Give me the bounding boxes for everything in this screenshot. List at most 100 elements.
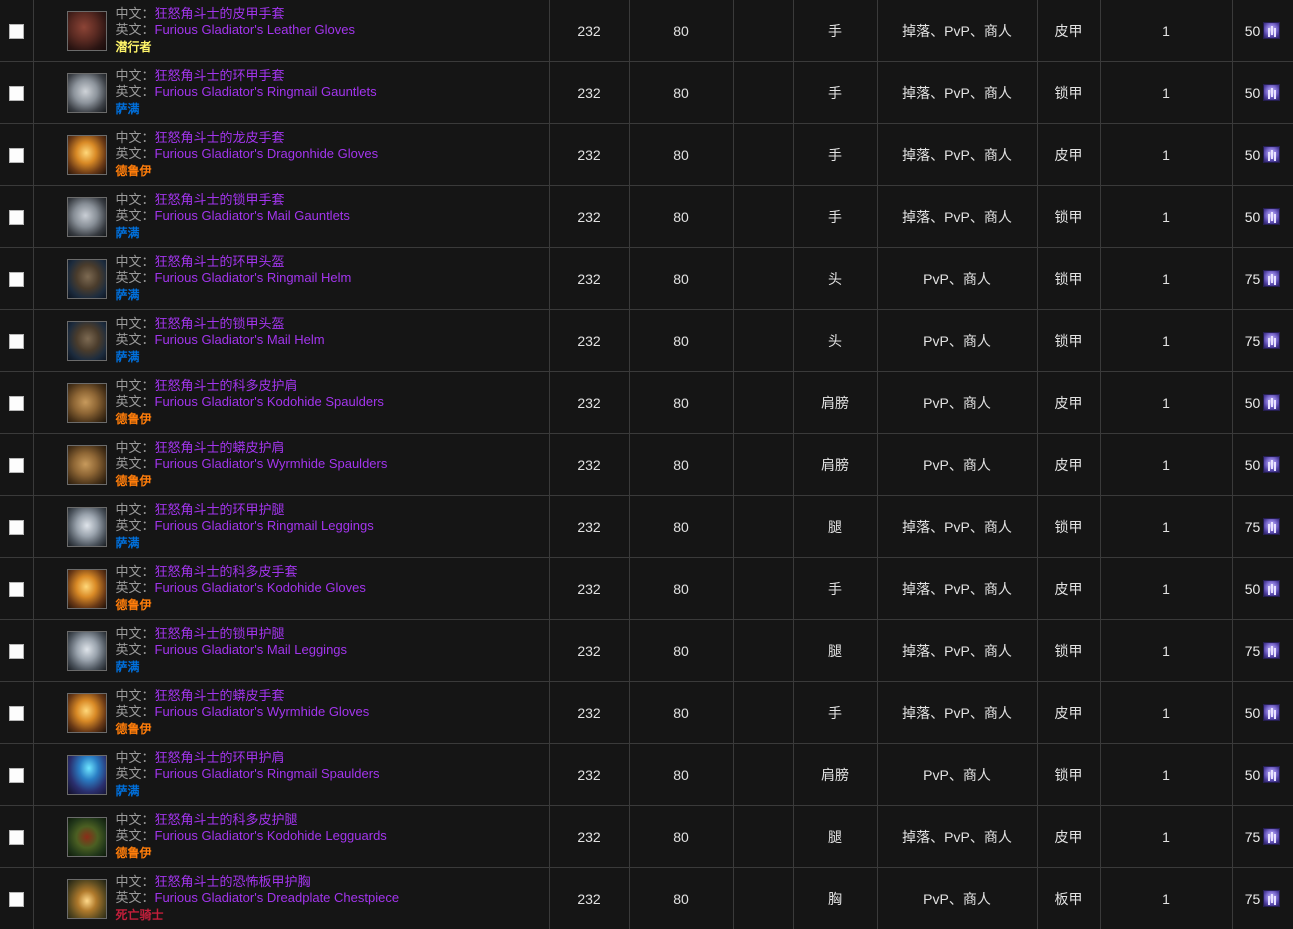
item-name-zh[interactable]: 狂怒角斗士的环甲护肩 (155, 750, 285, 765)
row-select-cell[interactable] (0, 558, 33, 620)
row-select-cell[interactable] (0, 0, 33, 62)
row-select-cell[interactable] (0, 806, 33, 868)
item-name-zh[interactable]: 狂怒角斗士的恐怖板甲护胸 (155, 874, 311, 889)
mail-helm-icon[interactable] (67, 321, 107, 361)
item-name-zh[interactable]: 狂怒角斗士的龙皮手套 (155, 130, 285, 145)
row-select-cell[interactable] (0, 186, 33, 248)
table-row[interactable]: 中文：狂怒角斗士的科多皮护肩 英文：Furious Gladiator's Ko… (0, 372, 1293, 434)
item-name-zh[interactable]: 狂怒角斗士的锁甲护腿 (155, 626, 285, 641)
table-row[interactable]: 中文：狂怒角斗士的皮甲手套 英文：Furious Gladiator's Lea… (0, 0, 1293, 62)
item-name-en[interactable]: Furious Gladiator's Mail Helm (155, 332, 325, 347)
row-select-checkbox[interactable] (9, 768, 24, 783)
table-row[interactable]: 中文：狂怒角斗士的科多皮手套 英文：Furious Gladiator's Ko… (0, 558, 1293, 620)
item-name-cell[interactable]: 中文：狂怒角斗士的科多皮护肩 英文：Furious Gladiator's Ko… (33, 372, 549, 434)
item-name-cell[interactable]: 中文：狂怒角斗士的皮甲手套 英文：Furious Gladiator's Lea… (33, 0, 549, 62)
item-name-en[interactable]: Furious Gladiator's Ringmail Gauntlets (155, 84, 377, 99)
table-row[interactable]: 中文：狂怒角斗士的锁甲手套 英文：Furious Gladiator's Mai… (0, 186, 1293, 248)
table-row[interactable]: 中文：狂怒角斗士的锁甲头盔 英文：Furious Gladiator's Mai… (0, 310, 1293, 372)
row-select-checkbox[interactable] (9, 210, 24, 225)
ringmail-helm-icon[interactable] (67, 259, 107, 299)
item-name-zh[interactable]: 狂怒角斗士的皮甲手套 (155, 6, 285, 21)
item-name-en[interactable]: Furious Gladiator's Leather Gloves (155, 22, 355, 37)
table-row[interactable]: 中文：狂怒角斗士的蟒皮手套 英文：Furious Gladiator's Wyr… (0, 682, 1293, 744)
item-name-en[interactable]: Furious Gladiator's Ringmail Leggings (155, 518, 374, 533)
ringmail-spaulders-icon[interactable] (67, 755, 107, 795)
item-name-cell[interactable]: 中文：狂怒角斗士的龙皮手套 英文：Furious Gladiator's Dra… (33, 124, 549, 186)
dragonhide-gloves-icon[interactable] (67, 135, 107, 175)
item-name-zh[interactable]: 狂怒角斗士的科多皮护腿 (155, 812, 298, 827)
item-name-zh[interactable]: 狂怒角斗士的科多皮手套 (155, 564, 298, 579)
kodohide-gloves-icon[interactable] (67, 569, 107, 609)
row-select-checkbox[interactable] (9, 334, 24, 349)
mail-leggings-icon[interactable] (67, 631, 107, 671)
row-select-cell[interactable] (0, 248, 33, 310)
row-select-checkbox[interactable] (9, 148, 24, 163)
table-row[interactable]: 中文：狂怒角斗士的恐怖板甲护胸 英文：Furious Gladiator's D… (0, 868, 1293, 929)
mail-gauntlets-icon[interactable] (67, 197, 107, 237)
row-select-cell[interactable] (0, 744, 33, 806)
kodohide-spaulders-icon[interactable] (67, 383, 107, 423)
row-select-cell[interactable] (0, 620, 33, 682)
item-name-cell[interactable]: 中文：狂怒角斗士的环甲护肩 英文：Furious Gladiator's Rin… (33, 744, 549, 806)
leather-gloves-red-icon[interactable] (67, 11, 107, 51)
item-name-en[interactable]: Furious Gladiator's Mail Leggings (155, 642, 348, 657)
row-select-cell[interactable] (0, 434, 33, 496)
item-name-cell[interactable]: 中文：狂怒角斗士的蟒皮护肩 英文：Furious Gladiator's Wyr… (33, 434, 549, 496)
row-select-cell[interactable] (0, 682, 33, 744)
item-name-en[interactable]: Furious Gladiator's Wyrmhide Spaulders (155, 456, 388, 471)
row-select-checkbox[interactable] (9, 706, 24, 721)
item-name-cell[interactable]: 中文：狂怒角斗士的科多皮护腿 英文：Furious Gladiator's Ko… (33, 806, 549, 868)
row-select-cell[interactable] (0, 868, 33, 929)
item-name-en[interactable]: Furious Gladiator's Kodohide Gloves (155, 580, 366, 595)
ringmail-leggings-icon[interactable] (67, 507, 107, 547)
row-select-cell[interactable] (0, 62, 33, 124)
table-row[interactable]: 中文：狂怒角斗士的龙皮手套 英文：Furious Gladiator's Dra… (0, 124, 1293, 186)
table-row[interactable]: 中文：狂怒角斗士的环甲头盔 英文：Furious Gladiator's Rin… (0, 248, 1293, 310)
table-row[interactable]: 中文：狂怒角斗士的锁甲护腿 英文：Furious Gladiator's Mai… (0, 620, 1293, 682)
row-select-checkbox[interactable] (9, 830, 24, 845)
item-name-cell[interactable]: 中文：狂怒角斗士的环甲护腿 英文：Furious Gladiator's Rin… (33, 496, 549, 558)
item-name-en[interactable]: Furious Gladiator's Ringmail Helm (155, 270, 352, 285)
wyrmhide-spaulders-icon[interactable] (67, 445, 107, 485)
wyrmhide-gloves-icon[interactable] (67, 693, 107, 733)
row-select-cell[interactable] (0, 372, 33, 434)
row-select-checkbox[interactable] (9, 458, 24, 473)
item-name-en[interactable]: Furious Gladiator's Mail Gauntlets (155, 208, 350, 223)
row-select-checkbox[interactable] (9, 86, 24, 101)
row-select-checkbox[interactable] (9, 272, 24, 287)
row-select-cell[interactable] (0, 496, 33, 558)
item-name-en[interactable]: Furious Gladiator's Ringmail Spaulders (155, 766, 380, 781)
row-select-cell[interactable] (0, 310, 33, 372)
row-select-checkbox[interactable] (9, 892, 24, 907)
item-name-cell[interactable]: 中文：狂怒角斗士的锁甲护腿 英文：Furious Gladiator's Mai… (33, 620, 549, 682)
table-row[interactable]: 中文：狂怒角斗士的环甲护肩 英文：Furious Gladiator's Rin… (0, 744, 1293, 806)
item-name-zh[interactable]: 狂怒角斗士的环甲手套 (155, 68, 285, 83)
row-select-checkbox[interactable] (9, 520, 24, 535)
row-select-checkbox[interactable] (9, 396, 24, 411)
item-name-cell[interactable]: 中文：狂怒角斗士的环甲手套 英文：Furious Gladiator's Rin… (33, 62, 549, 124)
item-name-en[interactable]: Furious Gladiator's Wyrmhide Gloves (155, 704, 370, 719)
row-select-cell[interactable] (0, 124, 33, 186)
item-name-zh[interactable]: 狂怒角斗士的环甲护腿 (155, 502, 285, 517)
item-name-zh[interactable]: 狂怒角斗士的锁甲手套 (155, 192, 285, 207)
item-name-zh[interactable]: 狂怒角斗士的蟒皮手套 (155, 688, 285, 703)
item-name-en[interactable]: Furious Gladiator's Dragonhide Gloves (155, 146, 379, 161)
row-select-checkbox[interactable] (9, 24, 24, 39)
item-name-cell[interactable]: 中文：狂怒角斗士的恐怖板甲护胸 英文：Furious Gladiator's D… (33, 868, 549, 929)
item-name-zh[interactable]: 狂怒角斗士的锁甲头盔 (155, 316, 285, 331)
item-name-en[interactable]: Furious Gladiator's Kodohide Legguards (155, 828, 387, 843)
item-name-zh[interactable]: 狂怒角斗士的蟒皮护肩 (155, 440, 285, 455)
item-name-cell[interactable]: 中文：狂怒角斗士的锁甲手套 英文：Furious Gladiator's Mai… (33, 186, 549, 248)
item-name-en[interactable]: Furious Gladiator's Kodohide Spaulders (155, 394, 384, 409)
item-name-en[interactable]: Furious Gladiator's Dreadplate Chestpiec… (155, 890, 400, 905)
row-select-checkbox[interactable] (9, 582, 24, 597)
item-name-cell[interactable]: 中文：狂怒角斗士的锁甲头盔 英文：Furious Gladiator's Mai… (33, 310, 549, 372)
item-name-cell[interactable]: 中文：狂怒角斗士的科多皮手套 英文：Furious Gladiator's Ko… (33, 558, 549, 620)
table-row[interactable]: 中文：狂怒角斗士的蟒皮护肩 英文：Furious Gladiator's Wyr… (0, 434, 1293, 496)
item-name-cell[interactable]: 中文：狂怒角斗士的环甲头盔 英文：Furious Gladiator's Rin… (33, 248, 549, 310)
item-name-zh[interactable]: 狂怒角斗士的环甲头盔 (155, 254, 285, 269)
table-row[interactable]: 中文：狂怒角斗士的环甲手套 英文：Furious Gladiator's Rin… (0, 62, 1293, 124)
dreadplate-chestpiece-icon[interactable] (67, 879, 107, 919)
kodohide-legguards-icon[interactable] (67, 817, 107, 857)
item-name-cell[interactable]: 中文：狂怒角斗士的蟒皮手套 英文：Furious Gladiator's Wyr… (33, 682, 549, 744)
